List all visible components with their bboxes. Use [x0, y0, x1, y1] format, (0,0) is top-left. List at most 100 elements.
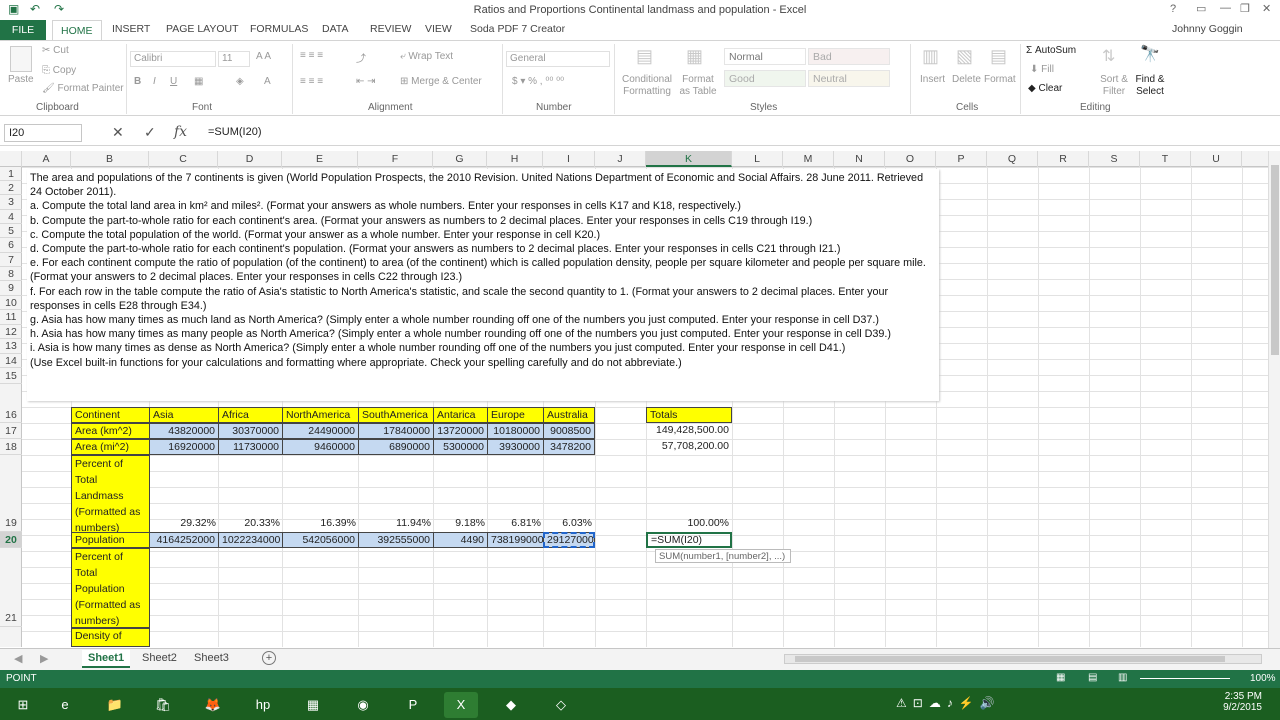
cell-pct-land[interactable]: 6.81%	[487, 516, 544, 532]
indent-icon[interactable]: ⇤ ⇥	[356, 76, 376, 87]
column-header-selected[interactable]: K	[646, 151, 732, 167]
insert-function-icon[interactable]: fx	[174, 124, 187, 140]
cut-button[interactable]: ✂ Cut	[42, 45, 69, 56]
tab-soda-pdf[interactable]: Soda PDF 7 Creator	[470, 23, 565, 35]
sheet-tab-active[interactable]: Sheet1	[82, 650, 131, 668]
row-header[interactable]: 11	[0, 310, 22, 325]
cell-header-africa[interactable]: Africa	[218, 407, 283, 423]
cell-area-km-label[interactable]: Area (km^2)	[71, 423, 150, 439]
formula-input[interactable]: =SUM(I20)	[200, 123, 1260, 143]
normal-view-icon[interactable]: ▦	[1056, 672, 1065, 683]
cell-area-mi[interactable]: 5300000	[433, 439, 488, 455]
close-icon[interactable]: ✕	[1262, 2, 1271, 15]
cell-population[interactable]: 4490	[433, 532, 488, 548]
copy-button[interactable]: ⎘ Copy	[42, 65, 76, 76]
autosum-button[interactable]: Σ AutoSum	[1026, 45, 1076, 56]
sheet-tab[interactable]: Sheet3	[194, 652, 229, 664]
cell-pct-land[interactable]: 6.03%	[543, 516, 595, 532]
cell-population[interactable]: 738199000	[487, 532, 544, 548]
cell-area-km[interactable]: 17840000	[358, 423, 434, 439]
row-header[interactable]: 18	[0, 439, 22, 455]
row-header[interactable]: 7	[0, 253, 22, 267]
font-color-icon[interactable]: A	[264, 76, 271, 87]
align-top-icon[interactable]: ≡ ≡ ≡	[300, 50, 323, 61]
column-header[interactable]: F	[358, 151, 433, 167]
cell-population-label[interactable]: Population	[71, 532, 150, 548]
style-bad[interactable]: Bad	[808, 48, 890, 65]
delete-cells-icon[interactable]: ▧	[956, 46, 973, 67]
app-icon[interactable]: ◆	[494, 692, 528, 718]
file-explorer-icon[interactable]: 📁	[98, 692, 132, 718]
column-header[interactable]: C	[149, 151, 218, 167]
underline-button[interactable]: U	[170, 76, 177, 87]
column-header[interactable]: U	[1191, 151, 1242, 167]
font-size-select[interactable]: 11	[218, 51, 250, 67]
format-as-table-icon[interactable]: ▦	[686, 46, 703, 67]
cell-pct-land-label[interactable]: Percent of Total Landmass (Formatted as …	[71, 455, 150, 533]
cell-header-australia[interactable]: Australia	[543, 407, 595, 423]
fill-button[interactable]: ⬇ Fill	[1030, 64, 1054, 75]
calculator-icon[interactable]: ▦	[296, 692, 330, 718]
currency-icon[interactable]: $ ▾ % , ⁰⁰ ⁰⁰	[512, 76, 564, 87]
tab-formulas[interactable]: FORMULAS	[250, 23, 308, 35]
excel-icon[interactable]: X	[444, 692, 478, 718]
paste-icon[interactable]	[10, 46, 32, 72]
column-header[interactable]: P	[936, 151, 987, 167]
format-as-table-button[interactable]: Format as Table	[676, 74, 720, 98]
insert-cells-icon[interactable]: ▥	[922, 46, 939, 67]
vertical-scrollbar[interactable]	[1268, 151, 1280, 648]
row-header[interactable]: 16	[0, 407, 22, 423]
cancel-icon[interactable]: ✕	[112, 124, 124, 141]
column-header[interactable]: N	[834, 151, 885, 167]
cell-population[interactable]: 4164252000	[149, 532, 219, 548]
row-header[interactable]: 4	[0, 210, 22, 224]
add-sheet-button[interactable]: +	[262, 651, 276, 665]
cell-header-antarctica[interactable]: Antarica	[433, 407, 488, 423]
orientation-icon[interactable]: ⤴	[356, 50, 366, 65]
row-header[interactable]: 8	[0, 267, 22, 281]
cell-pct-land[interactable]: 20.33%	[218, 516, 283, 532]
tab-home[interactable]: HOME	[52, 20, 102, 41]
column-header[interactable]: T	[1140, 151, 1191, 167]
row-header[interactable]: 10	[0, 296, 22, 310]
hp-icon[interactable]: hp	[246, 692, 280, 718]
grow-font-icon[interactable]: A A	[256, 51, 271, 62]
tab-data[interactable]: DATA	[322, 23, 348, 35]
tab-review[interactable]: REVIEW	[370, 23, 411, 35]
column-header[interactable]: I	[543, 151, 595, 167]
column-header[interactable]: H	[487, 151, 543, 167]
tab-insert[interactable]: INSERT	[112, 23, 150, 35]
row-header[interactable]: 21	[0, 548, 22, 627]
row-header-selected[interactable]: 20	[0, 532, 22, 548]
format-cells-button[interactable]: Format	[984, 74, 1016, 85]
scroll-thumb[interactable]	[1271, 165, 1279, 355]
cell-total-pct[interactable]: 100.00%	[646, 516, 732, 532]
cell-area-mi[interactable]: 3478200	[543, 439, 595, 455]
cell-population[interactable]: 1022234000	[218, 532, 283, 548]
zoom-slider[interactable]	[1140, 678, 1230, 679]
sheet-tab[interactable]: Sheet2	[142, 652, 177, 664]
maximize-icon[interactable]: ❐	[1240, 2, 1250, 15]
tray-icons[interactable]: ⚠⊡☁♪⚡🔊	[896, 696, 1001, 710]
sort-filter-icon[interactable]: ⇅	[1102, 46, 1115, 66]
horizontal-scrollbar[interactable]	[784, 654, 1262, 664]
cell-header-south-america[interactable]: SouthAmerica	[358, 407, 434, 423]
store-icon[interactable]: 🛍	[146, 692, 180, 718]
format-cells-icon[interactable]: ▤	[990, 46, 1007, 67]
zoom-level[interactable]: 100%	[1250, 673, 1276, 684]
wrap-text-button[interactable]: ⤶ Wrap Text	[400, 51, 453, 62]
enter-icon[interactable]: ✓	[144, 124, 156, 141]
cell-editing-k20[interactable]: =SUM(I20)	[646, 532, 732, 548]
minimize-icon[interactable]: —	[1220, 2, 1231, 14]
bold-button[interactable]: B	[134, 76, 141, 87]
cell-header-continent[interactable]: Continent	[71, 407, 150, 423]
column-header[interactable]: M	[783, 151, 834, 167]
cell-header-europe[interactable]: Europe	[487, 407, 544, 423]
merge-center-button[interactable]: ⊞ Merge & Center	[400, 76, 482, 87]
chrome-icon[interactable]: ◉	[346, 692, 380, 718]
help-icon[interactable]: ?	[1170, 3, 1176, 15]
paste-button[interactable]: Paste	[8, 74, 34, 85]
row-header[interactable]: 12	[0, 325, 22, 339]
column-header[interactable]: E	[282, 151, 358, 167]
column-header[interactable]: O	[885, 151, 936, 167]
